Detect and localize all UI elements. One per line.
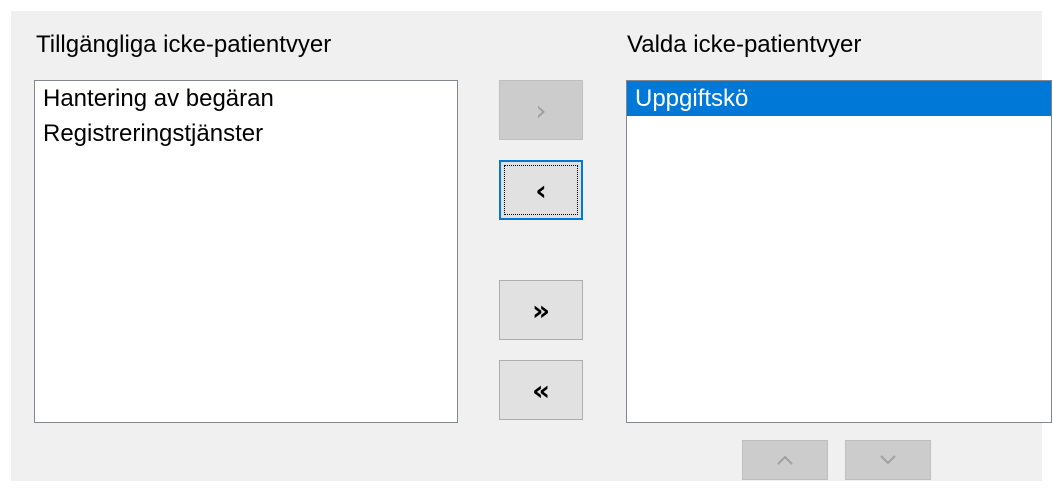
list-item[interactable]: Registreringstjänster [35,116,457,151]
chevron-up-icon [775,454,795,466]
selected-views-label: Valda icke-patientvyer [627,31,862,58]
move-all-left-button[interactable]: « [499,360,583,420]
available-views-label: Tillgängliga icke-patientvyer [36,31,332,58]
available-views-list[interactable]: Hantering av begäran Registreringstjänst… [34,80,458,423]
move-left-button[interactable]: ‹ [499,160,583,220]
list-item[interactable]: Uppgiftskö [627,81,1051,116]
move-down-button[interactable] [845,440,931,480]
chevron-down-icon [878,454,898,466]
selected-views-list[interactable]: Uppgiftskö [626,80,1052,423]
list-item[interactable]: Hantering av begäran [35,81,457,116]
move-up-button[interactable] [742,440,828,480]
move-all-right-button[interactable]: » [499,280,583,340]
move-right-button[interactable]: › [499,80,583,140]
